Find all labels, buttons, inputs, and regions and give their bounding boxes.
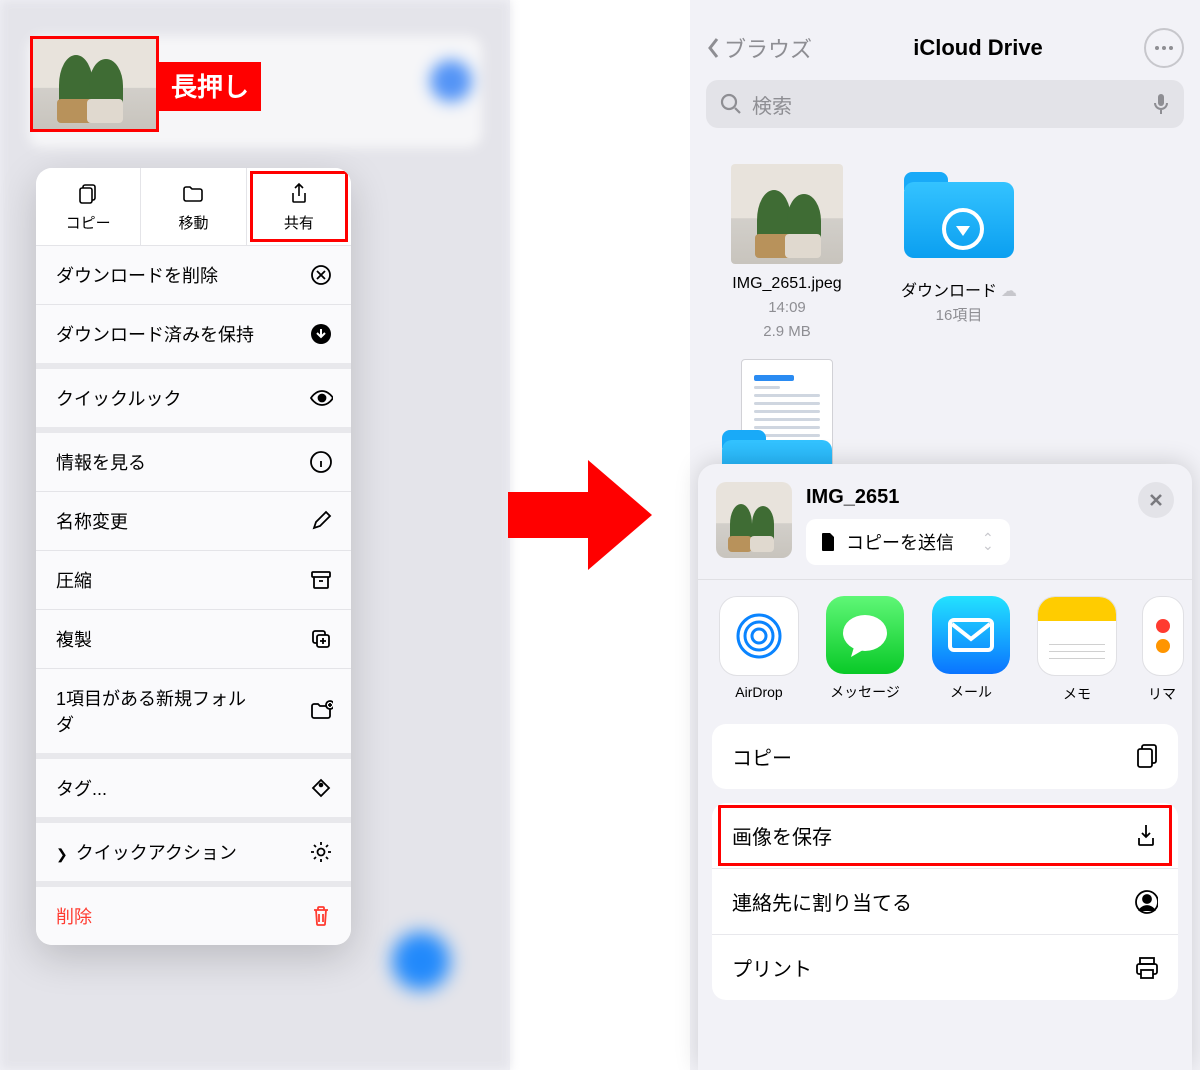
updown-icon: ⌃⌄ [982, 535, 994, 549]
action-label: 移動 [178, 212, 208, 233]
menu-rename[interactable]: 名称変更 [36, 491, 351, 550]
red-arrow [508, 460, 658, 570]
menu-delete[interactable]: 削除 [36, 887, 351, 945]
share-apps: AirDrop メッセージ メール メモ リマ [698, 579, 1192, 720]
file-thumbnail[interactable] [30, 36, 159, 132]
folder-downloads[interactable]: ダウンロード☁︎ 16項目 [886, 164, 1032, 341]
action-share[interactable]: 共有 [246, 168, 351, 245]
cloud-icon: ☁︎ [1001, 283, 1017, 300]
menu-quicklook[interactable]: クイックルック [36, 369, 351, 427]
copy-icon [76, 182, 100, 206]
action-label: コピー [66, 212, 111, 233]
copy-icon [1134, 745, 1158, 769]
ellipsis-icon [1154, 45, 1174, 51]
menu-new-folder[interactable]: 1項目がある新規フォルダ [36, 668, 351, 753]
action-move[interactable]: 移動 [140, 168, 245, 245]
doc-icon [820, 532, 836, 552]
menu-compress[interactable]: 圧縮 [36, 550, 351, 609]
down-circle-icon [309, 322, 333, 346]
more-button[interactable] [1144, 28, 1184, 68]
menu-keep-downloaded[interactable]: ダウンロード済みを保持 [36, 304, 351, 363]
sheet-assign-contact[interactable]: 連絡先に割り当てる [712, 868, 1178, 934]
search-placeholder: 検索 [752, 90, 792, 119]
mic-icon [1152, 92, 1170, 116]
share-thumb [716, 482, 792, 558]
share-filename: IMG_2651 [806, 486, 1010, 509]
trash-icon [309, 904, 333, 928]
gear-icon [309, 840, 333, 864]
menu-tag[interactable]: タグ... [36, 759, 351, 817]
x-circle-icon [309, 263, 333, 287]
chevron-right-icon: ❯ [56, 846, 68, 862]
menu-duplicate[interactable]: 複製 [36, 609, 351, 668]
app-messages[interactable]: メッセージ [824, 596, 906, 704]
page-title: iCloud Drive [913, 35, 1043, 61]
close-button[interactable] [1138, 482, 1174, 518]
share-sheet: IMG_2651 コピーを送信 ⌃⌄ AirDrop メッセージ メール [698, 464, 1192, 1070]
action-label: 共有 [284, 212, 314, 233]
nav-bar: ブラウズ iCloud Drive [690, 0, 1200, 70]
archive-icon [309, 568, 333, 592]
eye-icon [309, 386, 333, 410]
save-icon [1134, 824, 1158, 848]
context-menu: コピー 移動 共有 ダウンロードを削除 [36, 168, 351, 945]
app-reminders[interactable]: リマ [1142, 596, 1182, 704]
duplicate-icon [309, 627, 333, 651]
file-image[interactable]: IMG_2651.jpeg 14:09 2.9 MB [714, 164, 860, 341]
pencil-icon [309, 509, 333, 533]
callout-long-press: 長押し [159, 62, 261, 111]
menu-remove-download[interactable]: ダウンロードを削除 [36, 246, 351, 304]
action-copy[interactable]: コピー [36, 168, 140, 245]
search-field[interactable]: 検索 [706, 80, 1184, 128]
tag-icon [309, 776, 333, 800]
right-phone-screen: ブラウズ iCloud Drive 検索 IM [690, 0, 1200, 1070]
contact-icon [1134, 890, 1158, 914]
info-icon [309, 450, 333, 474]
menu-quick-actions[interactable]: ❯クイックアクション [36, 823, 351, 881]
sheet-print[interactable]: プリント [712, 934, 1178, 1000]
app-mail[interactable]: メール [930, 596, 1012, 704]
left-phone-screen: 長押し コピー 移動 [0, 0, 510, 1070]
search-icon [720, 93, 742, 115]
print-icon [1134, 956, 1158, 980]
menu-info[interactable]: 情報を見る [36, 433, 351, 491]
app-notes[interactable]: メモ [1036, 596, 1118, 704]
sheet-save-image[interactable]: 画像を保存 [712, 803, 1178, 868]
sheet-copy[interactable]: コピー [712, 724, 1178, 789]
folder-icon [181, 182, 205, 206]
back-button[interactable]: ブラウズ [706, 32, 812, 64]
send-mode-selector[interactable]: コピーを送信 ⌃⌄ [806, 519, 1010, 565]
app-airdrop[interactable]: AirDrop [718, 596, 800, 704]
share-icon [287, 182, 311, 206]
new-folder-icon [309, 699, 333, 723]
